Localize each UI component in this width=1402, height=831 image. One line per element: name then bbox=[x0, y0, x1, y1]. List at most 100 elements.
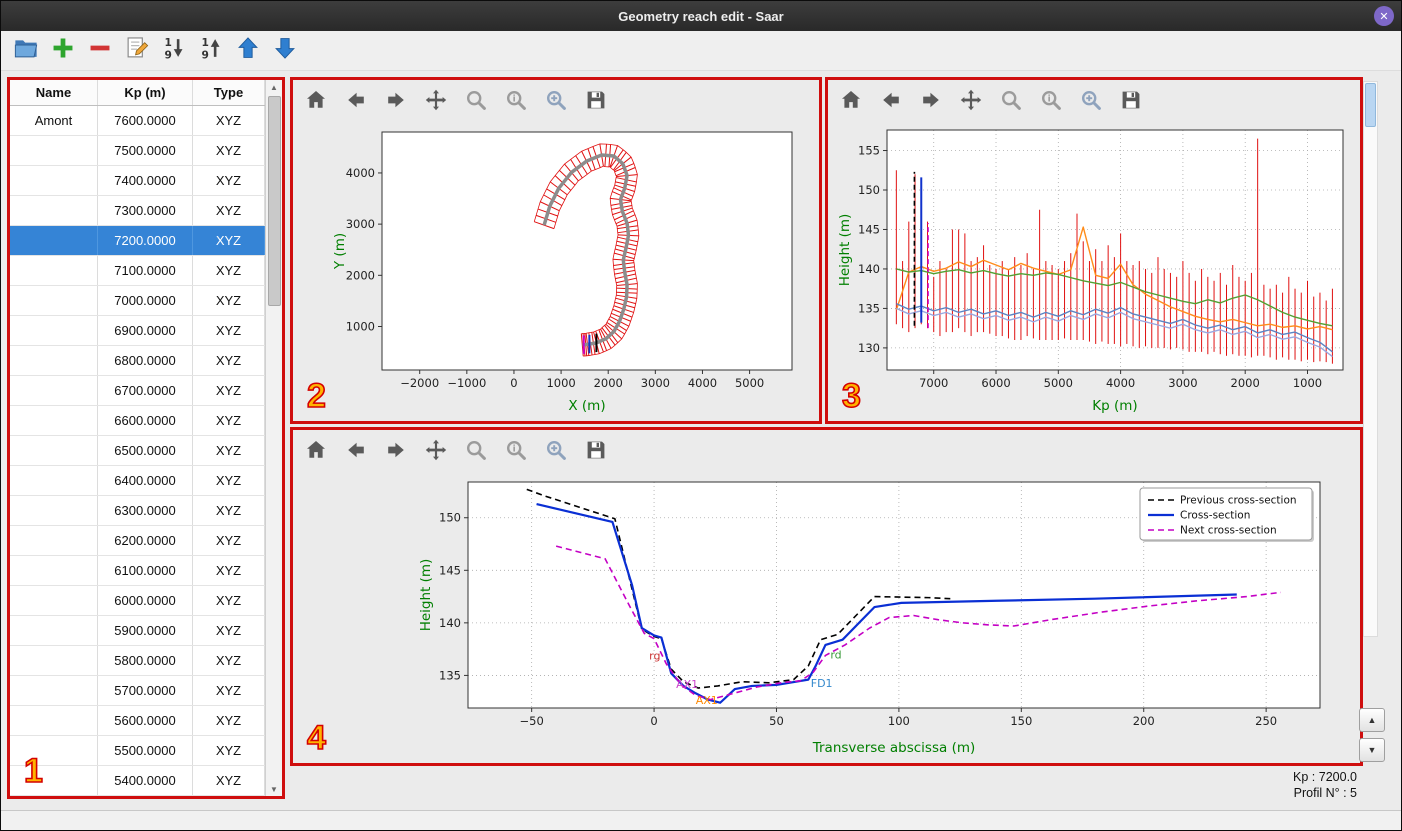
cell-name[interactable] bbox=[10, 256, 98, 285]
sort-ascending-button[interactable]: 19 bbox=[159, 36, 189, 66]
table-row[interactable]: 5600.0000 XYZ bbox=[10, 706, 282, 736]
cell-kp[interactable]: 5700.0000 bbox=[98, 676, 193, 705]
column-header-name[interactable]: Name bbox=[10, 80, 98, 105]
cell-kp[interactable]: 7000.0000 bbox=[98, 286, 193, 315]
table-scrollbar[interactable]: ▲ ▼ bbox=[265, 80, 282, 796]
cell-name[interactable] bbox=[10, 316, 98, 345]
add-row-button[interactable] bbox=[48, 36, 78, 66]
table-row[interactable]: 5700.0000 XYZ bbox=[10, 676, 282, 706]
cell-type[interactable]: XYZ bbox=[193, 256, 265, 285]
table-row[interactable]: 6900.0000 XYZ bbox=[10, 316, 282, 346]
cell-kp[interactable]: 6100.0000 bbox=[98, 556, 193, 585]
cell-type[interactable]: XYZ bbox=[193, 586, 265, 615]
table-row[interactable]: 7300.0000 XYZ bbox=[10, 196, 282, 226]
back-icon[interactable] bbox=[878, 87, 904, 113]
column-header-type[interactable]: Type bbox=[193, 80, 265, 105]
cell-type[interactable]: XYZ bbox=[193, 436, 265, 465]
cell-type[interactable]: XYZ bbox=[193, 646, 265, 675]
cell-kp[interactable]: 5600.0000 bbox=[98, 706, 193, 735]
cell-kp[interactable]: 5500.0000 bbox=[98, 736, 193, 765]
customize-icon[interactable] bbox=[543, 437, 569, 463]
home-icon[interactable] bbox=[303, 87, 329, 113]
cell-type[interactable]: XYZ bbox=[193, 766, 265, 795]
table-row[interactable]: Amont 7600.0000 XYZ bbox=[10, 106, 282, 136]
configure-subplots-icon[interactable]: i bbox=[503, 87, 529, 113]
cell-type[interactable]: XYZ bbox=[193, 196, 265, 225]
open-file-button[interactable] bbox=[11, 36, 41, 66]
cell-type[interactable]: XYZ bbox=[193, 676, 265, 705]
pan-icon[interactable] bbox=[423, 437, 449, 463]
forward-icon[interactable] bbox=[383, 437, 409, 463]
cell-name[interactable] bbox=[10, 646, 98, 675]
cell-name[interactable] bbox=[10, 136, 98, 165]
edit-row-button[interactable] bbox=[122, 36, 152, 66]
home-icon[interactable] bbox=[303, 437, 329, 463]
customize-icon[interactable] bbox=[1078, 87, 1104, 113]
cell-kp[interactable]: 7100.0000 bbox=[98, 256, 193, 285]
cell-kp[interactable]: 6600.0000 bbox=[98, 406, 193, 435]
scroll-up-icon[interactable]: ▲ bbox=[270, 80, 278, 94]
cell-kp[interactable]: 6400.0000 bbox=[98, 466, 193, 495]
cell-name[interactable] bbox=[10, 616, 98, 645]
move-up-button[interactable] bbox=[233, 36, 263, 66]
cell-name[interactable] bbox=[10, 376, 98, 405]
delete-row-button[interactable] bbox=[85, 36, 115, 66]
table-row[interactable]: 5500.0000 XYZ bbox=[10, 736, 282, 766]
cell-name[interactable] bbox=[10, 226, 98, 255]
cell-name[interactable] bbox=[10, 466, 98, 495]
cell-name[interactable] bbox=[10, 586, 98, 615]
move-down-button[interactable] bbox=[270, 36, 300, 66]
zoom-icon[interactable] bbox=[463, 437, 489, 463]
cell-kp[interactable]: 6800.0000 bbox=[98, 346, 193, 375]
cell-kp[interactable]: 6300.0000 bbox=[98, 496, 193, 525]
cell-name[interactable]: Amont bbox=[10, 106, 98, 135]
table-row[interactable]: 6200.0000 XYZ bbox=[10, 526, 282, 556]
configure-subplots-icon[interactable]: i bbox=[1038, 87, 1064, 113]
zoom-icon[interactable] bbox=[998, 87, 1024, 113]
cell-kp[interactable]: 7500.0000 bbox=[98, 136, 193, 165]
scroll-down-icon[interactable]: ▼ bbox=[270, 782, 278, 796]
save-icon[interactable] bbox=[583, 87, 609, 113]
profile-up-button[interactable]: ▲ bbox=[1359, 708, 1385, 732]
forward-icon[interactable] bbox=[383, 87, 409, 113]
cell-kp[interactable]: 6000.0000 bbox=[98, 586, 193, 615]
cell-name[interactable] bbox=[10, 556, 98, 585]
cell-kp[interactable]: 7400.0000 bbox=[98, 166, 193, 195]
profile-down-button[interactable]: ▼ bbox=[1359, 738, 1385, 762]
cell-kp[interactable]: 7200.0000 bbox=[98, 226, 193, 255]
back-icon[interactable] bbox=[343, 87, 369, 113]
cell-kp[interactable]: 6900.0000 bbox=[98, 316, 193, 345]
sort-descending-button[interactable]: 19 bbox=[196, 36, 226, 66]
forward-icon[interactable] bbox=[918, 87, 944, 113]
cell-kp[interactable]: 6200.0000 bbox=[98, 526, 193, 555]
cell-name[interactable] bbox=[10, 406, 98, 435]
pan-icon[interactable] bbox=[958, 87, 984, 113]
right-scrollbar-thumb[interactable] bbox=[1365, 83, 1376, 127]
table-row[interactable]: 7100.0000 XYZ bbox=[10, 256, 282, 286]
cell-kp[interactable]: 7600.0000 bbox=[98, 106, 193, 135]
zoom-icon[interactable] bbox=[463, 87, 489, 113]
cell-name[interactable] bbox=[10, 706, 98, 735]
cell-name[interactable] bbox=[10, 676, 98, 705]
cell-type[interactable]: XYZ bbox=[193, 136, 265, 165]
pan-icon[interactable] bbox=[423, 87, 449, 113]
table-row[interactable]: 6100.0000 XYZ bbox=[10, 556, 282, 586]
plan-view-chart[interactable]: −2000 −1000 0 1000 2000 3000 4000 5000 1000 2000 3… bbox=[296, 120, 816, 416]
table-row[interactable]: 5400.0000 XYZ bbox=[10, 766, 282, 796]
table-row[interactable]: 5900.0000 XYZ bbox=[10, 616, 282, 646]
cell-name[interactable] bbox=[10, 496, 98, 525]
close-button[interactable]: ✕ bbox=[1374, 6, 1394, 26]
cell-kp[interactable]: 5800.0000 bbox=[98, 646, 193, 675]
cell-name[interactable] bbox=[10, 436, 98, 465]
right-scrollbar[interactable] bbox=[1363, 81, 1378, 637]
cell-name[interactable] bbox=[10, 526, 98, 555]
table-row[interactable]: 6600.0000 XYZ bbox=[10, 406, 282, 436]
cell-kp[interactable]: 6500.0000 bbox=[98, 436, 193, 465]
back-icon[interactable] bbox=[343, 437, 369, 463]
configure-subplots-icon[interactable]: i bbox=[503, 437, 529, 463]
table-row[interactable]: 6800.0000 XYZ bbox=[10, 346, 282, 376]
cell-type[interactable]: XYZ bbox=[193, 466, 265, 495]
home-icon[interactable] bbox=[838, 87, 864, 113]
cell-type[interactable]: XYZ bbox=[193, 376, 265, 405]
table-row[interactable]: 7500.0000 XYZ bbox=[10, 136, 282, 166]
